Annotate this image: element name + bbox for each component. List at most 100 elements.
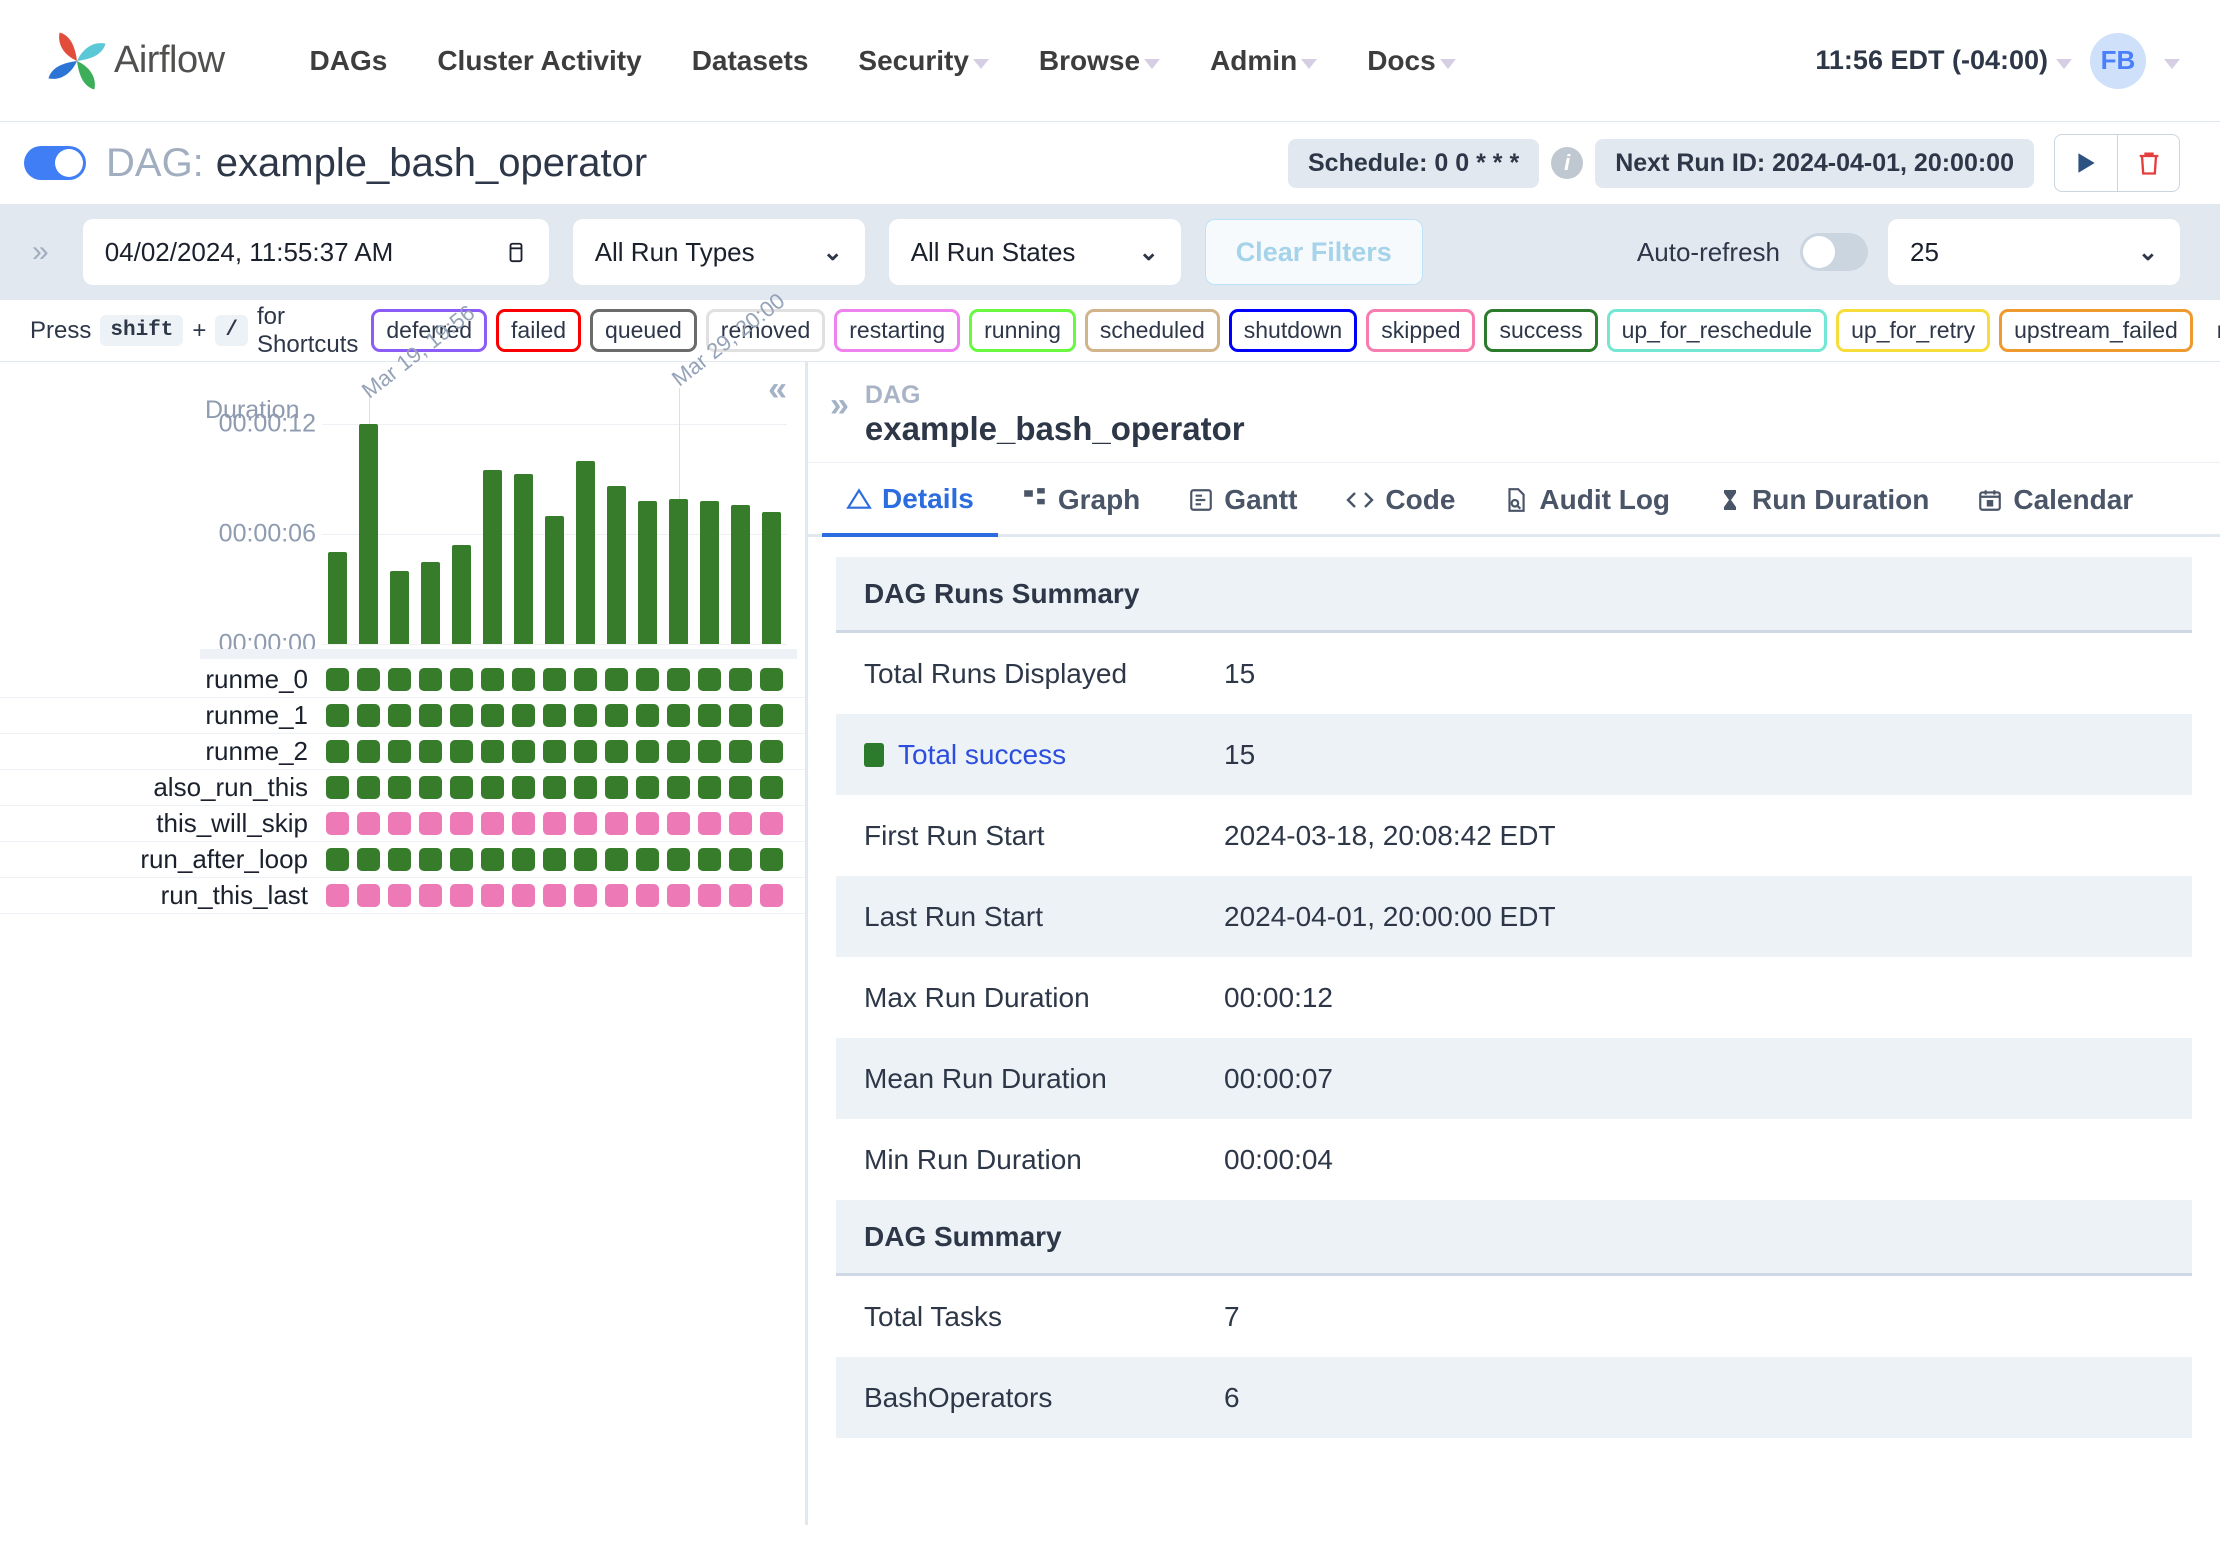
task-name[interactable]: runme_2 [0,736,322,767]
task-instance-success[interactable] [388,704,411,727]
task-instance-cell[interactable] [570,884,601,907]
task-instance-skipped[interactable] [667,884,690,907]
task-instance-cell[interactable] [663,704,694,727]
collapse-grid-icon[interactable]: « [768,372,787,406]
nav-item-security[interactable]: Security [833,35,1014,87]
task-instance-success[interactable] [450,704,473,727]
task-instance-cell[interactable] [725,668,756,691]
chart-bar-cell[interactable] [446,424,477,644]
run-date-input[interactable]: 04/02/2024, 11:55:37 AM [83,219,549,285]
task-instance-success[interactable] [450,848,473,871]
task-instance-skipped[interactable] [512,884,535,907]
chart-bar-cell[interactable] [415,424,446,644]
task-instance-cell[interactable] [508,812,539,835]
nav-item-docs[interactable]: Docs [1342,35,1480,87]
expand-detail-icon[interactable]: » [830,388,849,422]
task-instance-skipped[interactable] [760,884,783,907]
task-instance-success[interactable] [388,668,411,691]
task-instance-cell[interactable] [725,740,756,763]
task-instance-success[interactable] [419,704,442,727]
task-instance-cell[interactable] [725,848,756,871]
task-instance-success[interactable] [605,776,628,799]
task-instance-success[interactable] [481,704,504,727]
task-instance-cell[interactable] [322,668,353,691]
task-instance-success[interactable] [512,848,535,871]
task-instance-success[interactable] [698,668,721,691]
task-instance-success[interactable] [326,848,349,871]
task-instance-cell[interactable] [415,812,446,835]
legend-chip-queued[interactable]: queued [590,309,697,352]
chart-bar-cell[interactable] [725,424,756,644]
delete-dag-button[interactable] [2117,135,2179,191]
task-instance-cell[interactable] [415,848,446,871]
task-instance-success[interactable] [667,704,690,727]
task-instance-cell[interactable] [632,848,663,871]
task-instance-success[interactable] [543,848,566,871]
task-instance-skipped[interactable] [605,884,628,907]
chart-bar[interactable] [731,505,750,644]
task-instance-cell[interactable] [632,668,663,691]
task-instance-cell[interactable] [601,776,632,799]
chart-bar-cell[interactable] [508,424,539,644]
task-instance-success[interactable] [605,668,628,691]
task-instance-success[interactable] [636,848,659,871]
nav-item-dags[interactable]: DAGs [285,35,413,87]
task-instance-success[interactable] [419,740,442,763]
task-instance-cell[interactable] [322,812,353,835]
task-instance-cell[interactable] [756,740,787,763]
task-instance-success[interactable] [543,740,566,763]
task-instance-cell[interactable] [539,704,570,727]
task-instance-cell[interactable] [539,884,570,907]
chart-bar-cell[interactable] [353,424,384,644]
task-instance-success[interactable] [698,848,721,871]
task-instance-cell[interactable] [477,704,508,727]
task-instance-success[interactable] [481,848,504,871]
legend-chip-skipped[interactable]: skipped [1366,309,1475,352]
chart-bar[interactable] [421,562,440,645]
task-instance-success[interactable] [512,740,535,763]
task-instance-success[interactable] [512,704,535,727]
task-instance-cell[interactable] [570,668,601,691]
details-row-key[interactable]: Total success [864,739,1224,771]
task-instance-skipped[interactable] [357,812,380,835]
task-row[interactable]: this_will_skip [0,806,805,842]
task-instance-cell[interactable] [539,776,570,799]
chart-bar[interactable] [328,552,347,644]
task-instance-skipped[interactable] [698,884,721,907]
task-instance-cell[interactable] [756,884,787,907]
chart-bar-cell[interactable] [384,424,415,644]
legend-chip-no-status[interactable]: no_status [2202,309,2220,352]
task-instance-cell[interactable] [694,848,725,871]
task-instance-cell[interactable] [539,740,570,763]
task-instance-success[interactable] [667,668,690,691]
chart-bar-cell[interactable] [756,424,787,644]
task-instance-cell[interactable] [663,812,694,835]
task-instance-cell[interactable] [508,704,539,727]
task-instance-cell[interactable] [384,668,415,691]
task-instance-success[interactable] [326,704,349,727]
task-row[interactable]: also_run_this [0,770,805,806]
timezone-selector[interactable]: 11:56 EDT (-04:00) [1815,45,2072,76]
chart-bar[interactable] [514,474,533,645]
task-instance-cell[interactable] [353,884,384,907]
task-instance-cell[interactable] [446,740,477,763]
task-instance-success[interactable] [760,848,783,871]
task-instance-success[interactable] [574,776,597,799]
task-instance-cell[interactable] [694,704,725,727]
task-instance-skipped[interactable] [667,812,690,835]
page-size-select[interactable]: 25 ⌄ [1888,219,2180,285]
task-instance-cell[interactable] [570,812,601,835]
task-name[interactable]: run_this_last [0,880,322,911]
chart-bar-cell[interactable] [601,424,632,644]
chart-bar-cell[interactable] [570,424,601,644]
task-instance-success[interactable] [326,740,349,763]
task-instance-cell[interactable] [322,884,353,907]
task-instance-skipped[interactable] [388,812,411,835]
task-name[interactable]: run_after_loop [0,844,322,875]
task-instance-cell[interactable] [756,812,787,835]
task-instance-skipped[interactable] [729,884,752,907]
task-instance-cell[interactable] [632,740,663,763]
task-instance-success[interactable] [636,740,659,763]
task-instance-cell[interactable] [539,812,570,835]
task-instance-skipped[interactable] [419,812,442,835]
